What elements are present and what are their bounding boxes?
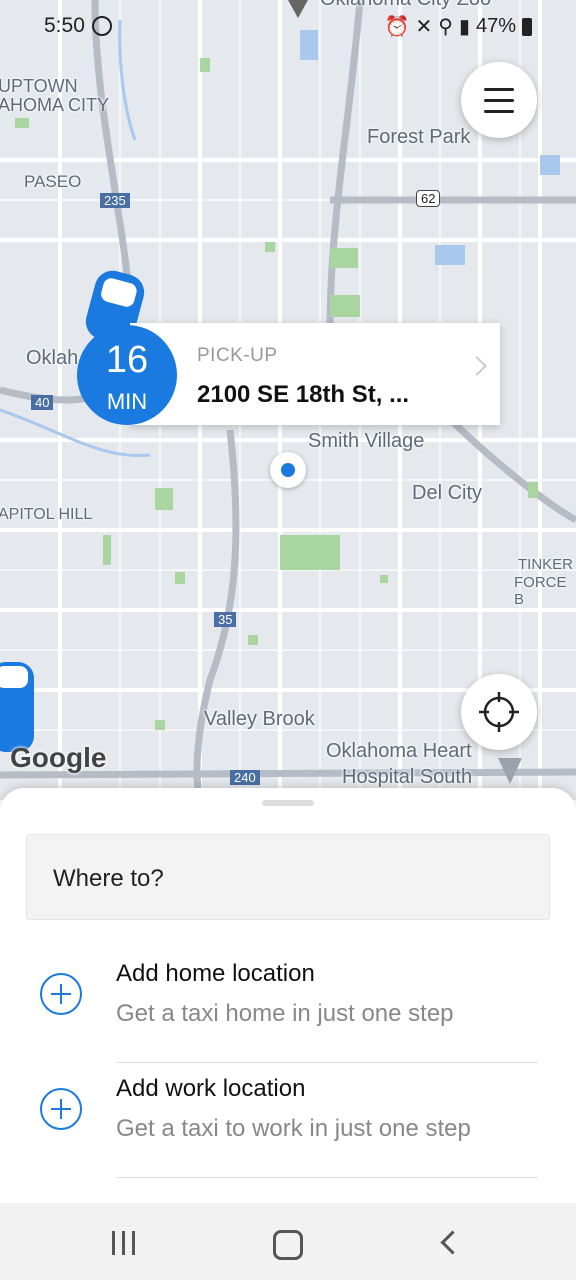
my-location-button[interactable] <box>461 674 537 750</box>
add-home-subtitle: Get a taxi home in just one step <box>116 1000 454 1027</box>
status-bar: 5:50 ⏰ ✕ ⚲ ▮ 47% <box>0 0 576 52</box>
chevron-right-icon <box>467 356 487 376</box>
add-home-location[interactable]: Add home location Get a taxi home in jus… <box>0 948 576 1063</box>
pickup-card[interactable]: PICK-UP 2100 SE 18th St, ... <box>130 323 500 425</box>
add-work-title: Add work location <box>116 1075 306 1102</box>
add-work-location[interactable]: Add work location Get a taxi to work in … <box>0 1063 576 1178</box>
mute-icon: ✕ <box>415 16 433 38</box>
crosshair-icon <box>479 692 519 732</box>
pickup-address: 2100 SE 18th St, ... <box>197 381 410 408</box>
status-icons: ⏰ ✕ ⚲ ▮ 47% <box>385 14 532 39</box>
location-icon: ⚲ <box>438 16 453 38</box>
add-home-title: Add home location <box>116 960 315 987</box>
pickup-location-pin <box>270 452 306 488</box>
sheet-drag-handle[interactable] <box>262 800 314 806</box>
back-button[interactable] <box>440 1230 465 1255</box>
where-to-search[interactable]: Where to? <box>26 834 550 920</box>
eta-minutes: 16 <box>105 339 149 381</box>
home-button[interactable] <box>273 1230 303 1260</box>
status-time: 5:50 <box>44 14 85 37</box>
eta-badge: 16 MIN <box>77 325 177 425</box>
signal-icon: ▮ <box>458 16 470 38</box>
system-nav-bar <box>0 1203 576 1280</box>
taxi-car-icon <box>0 662 34 752</box>
hamburger-icon <box>484 87 514 91</box>
alarm-icon: ⏰ <box>384 16 410 38</box>
bottom-sheet: Where to? Add home location Get a taxi h… <box>0 788 576 1203</box>
google-attribution: Google <box>10 742 107 773</box>
divider <box>116 1177 538 1178</box>
menu-button[interactable] <box>461 62 537 138</box>
pickup-label: PICK-UP <box>197 345 278 366</box>
plus-icon <box>40 973 82 1015</box>
whatsapp-notification-icon <box>92 16 112 36</box>
battery-percent: 47% <box>475 15 516 37</box>
battery-icon <box>522 17 532 36</box>
where-to-placeholder: Where to? <box>53 865 164 892</box>
location-dot-icon <box>281 463 295 477</box>
plus-icon <box>40 1088 82 1130</box>
add-work-subtitle: Get a taxi to work in just one step <box>116 1115 471 1142</box>
recent-apps-button[interactable] <box>112 1231 138 1255</box>
eta-unit: MIN <box>106 389 148 414</box>
